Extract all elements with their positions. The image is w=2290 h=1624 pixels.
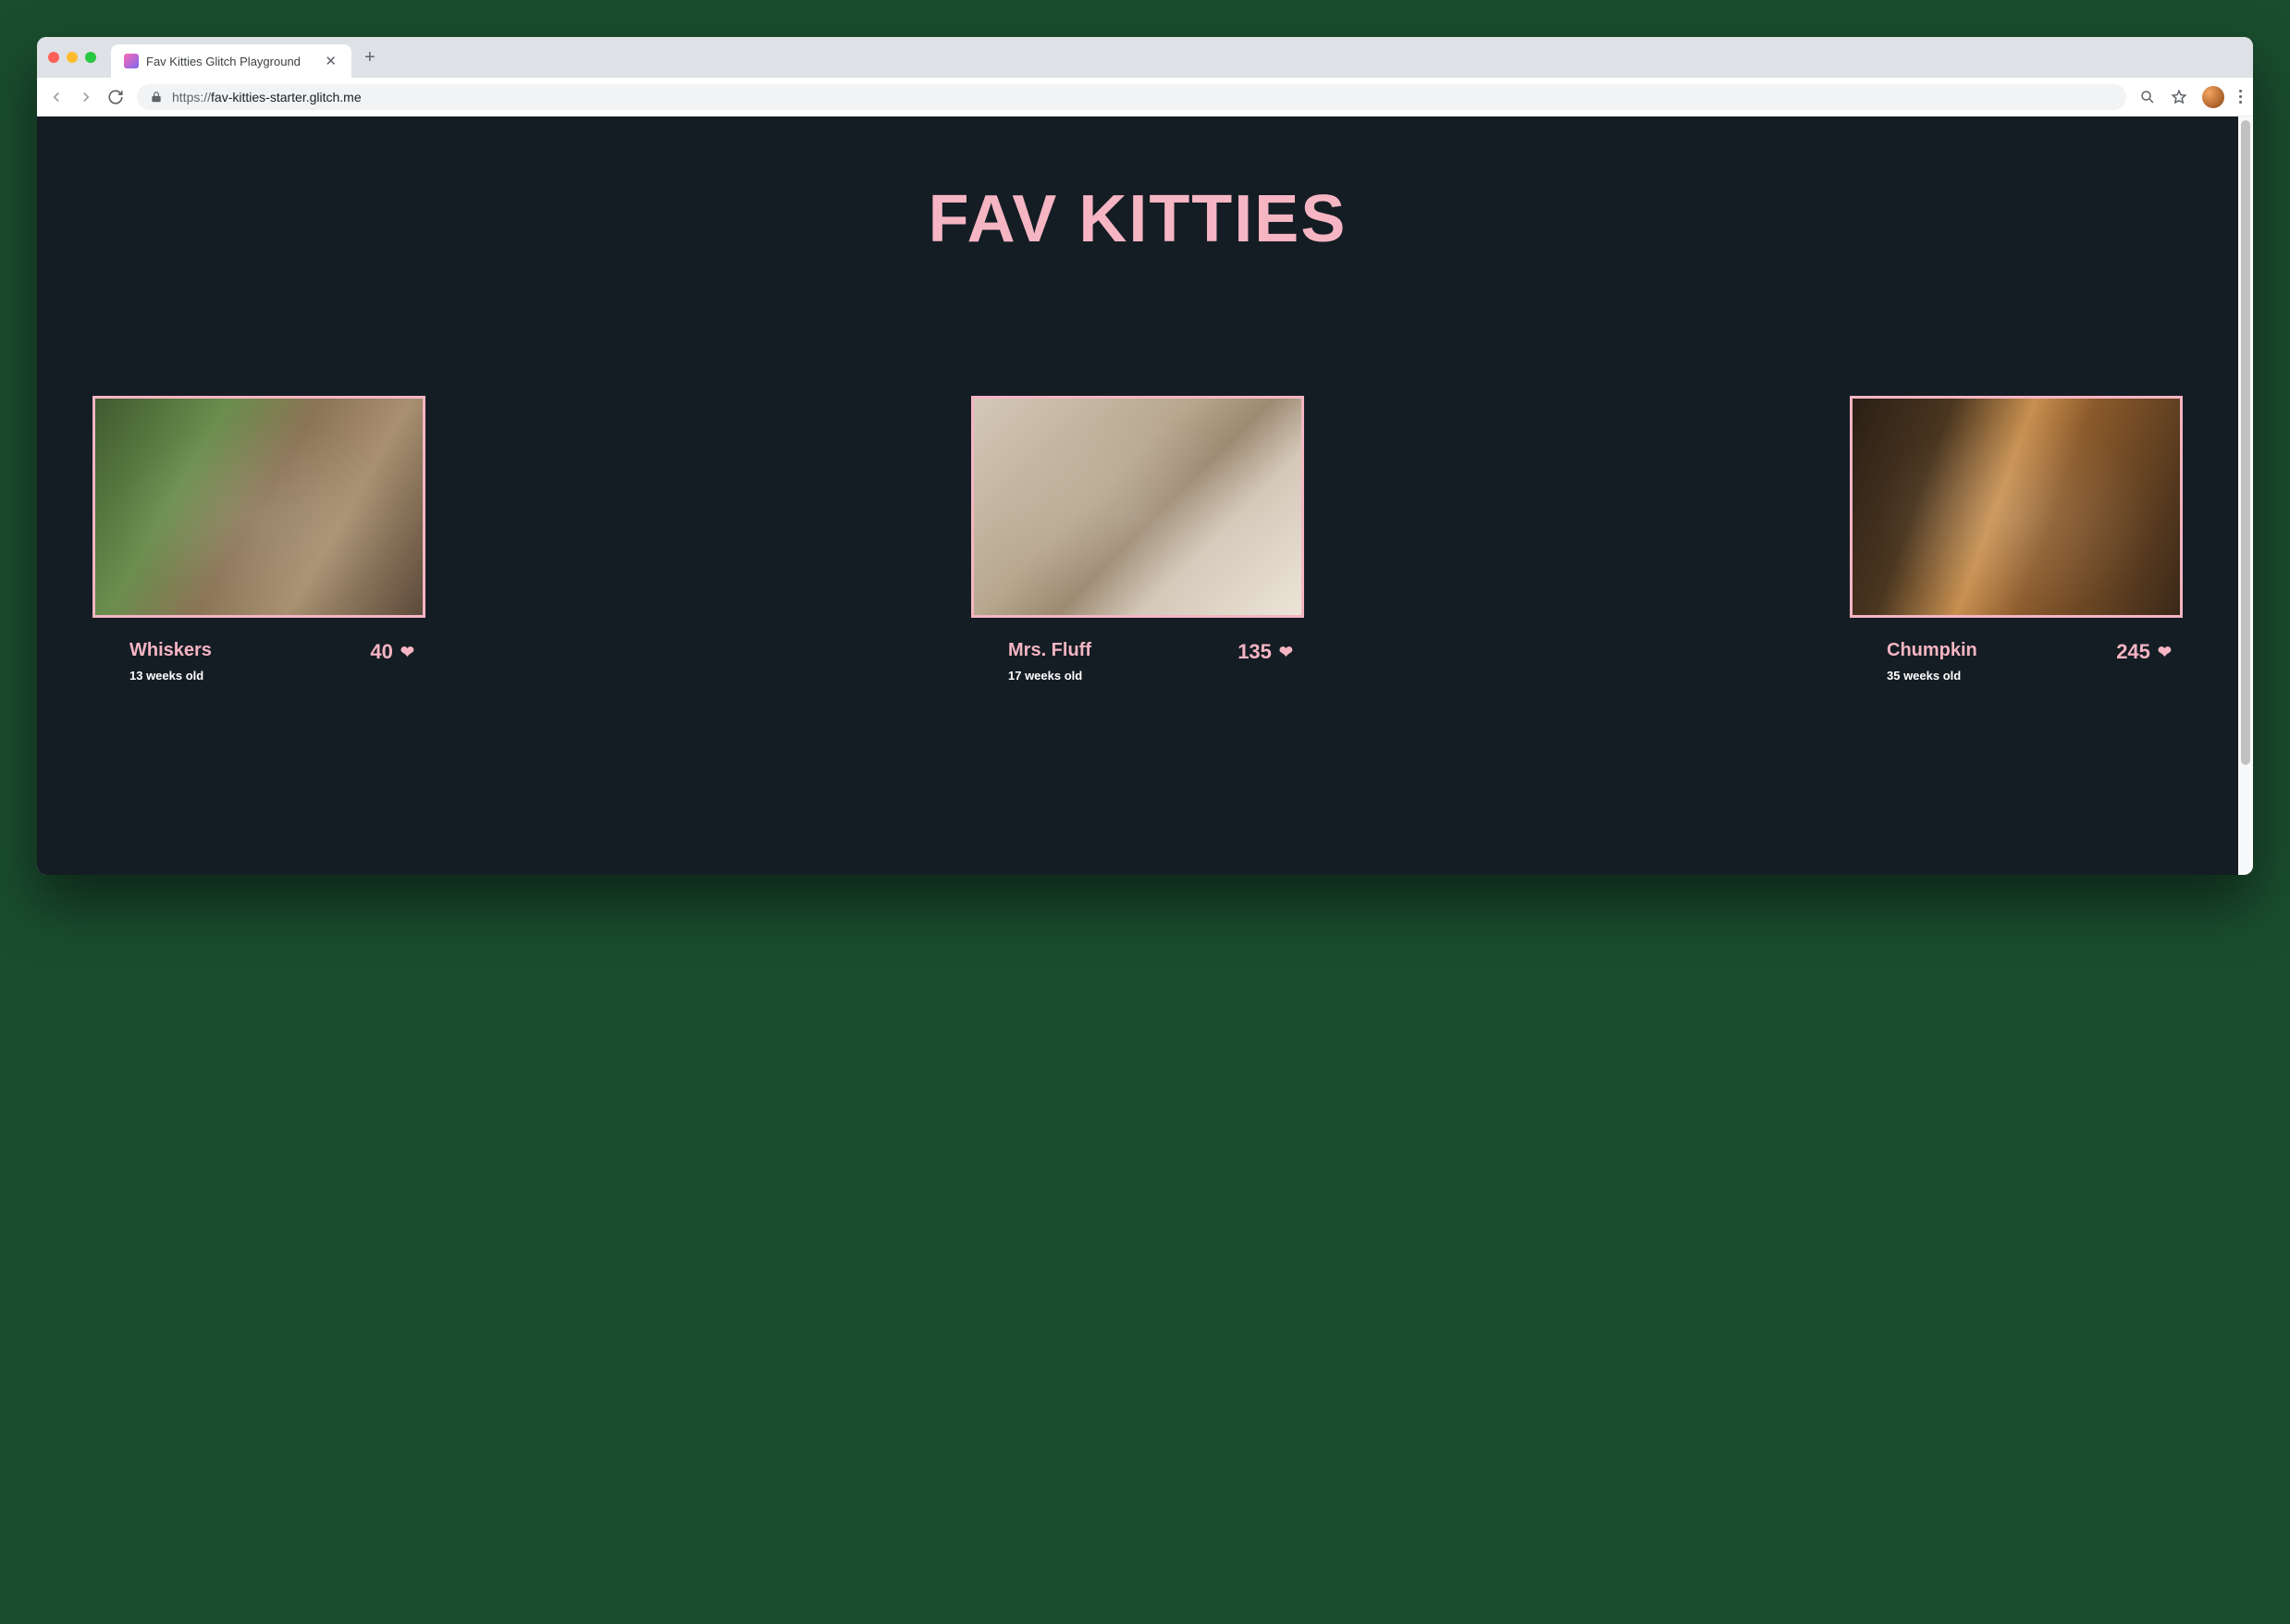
cat-image — [92, 396, 425, 618]
zoom-icon[interactable] — [2139, 89, 2156, 105]
cat-name: Chumpkin — [1887, 640, 1977, 661]
heart-icon: ❤ — [400, 643, 414, 662]
scrollbar[interactable] — [2238, 117, 2253, 875]
url-host: fav-kitties-starter.glitch.me — [211, 90, 362, 105]
profile-avatar[interactable] — [2202, 86, 2224, 108]
close-tab-button[interactable]: ✕ — [323, 53, 339, 70]
like-button[interactable]: 245 ❤ — [2116, 640, 2183, 664]
cat-card: Chumpkin 35 weeks old 245 ❤ — [1850, 396, 2183, 683]
cat-cards: Whiskers 13 weeks old 40 ❤ Mrs. Fluff — [83, 396, 2192, 683]
lock-icon — [150, 91, 163, 104]
close-window-button[interactable] — [48, 52, 59, 63]
cat-age: 17 weeks old — [1008, 669, 1091, 683]
like-button[interactable]: 40 ❤ — [370, 640, 425, 664]
toolbar-actions — [2139, 86, 2242, 108]
cat-card: Mrs. Fluff 17 weeks old 135 ❤ — [971, 396, 1304, 683]
maximize-window-button[interactable] — [85, 52, 96, 63]
heart-icon: ❤ — [1279, 643, 1293, 662]
tab-title: Fav Kitties Glitch Playground — [146, 55, 301, 68]
heart-icon: ❤ — [2158, 643, 2172, 662]
toolbar: https://fav-kitties-starter.glitch.me — [37, 78, 2253, 117]
favicon-icon — [124, 54, 139, 68]
cat-age: 35 weeks old — [1887, 669, 1977, 683]
url-scheme: https:// — [172, 90, 211, 105]
like-count: 40 — [370, 640, 392, 664]
window-controls — [48, 52, 96, 63]
browser-tab[interactable]: Fav Kitties Glitch Playground ✕ — [111, 44, 351, 78]
page-content: FAV KITTIES Whiskers 13 weeks old 40 ❤ — [37, 117, 2253, 875]
cat-image — [1850, 396, 2183, 618]
like-count: 135 — [1237, 640, 1272, 664]
scrollbar-thumb[interactable] — [2241, 120, 2250, 765]
page-title: FAV KITTIES — [83, 181, 2192, 257]
tab-bar: Fav Kitties Glitch Playground ✕ + — [37, 37, 2253, 78]
address-bar[interactable]: https://fav-kitties-starter.glitch.me — [137, 84, 2126, 110]
browser-menu-button[interactable] — [2239, 90, 2242, 104]
url-text: https://fav-kitties-starter.glitch.me — [172, 90, 362, 105]
back-button[interactable] — [48, 89, 65, 105]
new-tab-button[interactable]: + — [364, 47, 376, 68]
reload-button[interactable] — [107, 89, 124, 105]
cat-name: Mrs. Fluff — [1008, 640, 1091, 661]
cat-age: 13 weeks old — [129, 669, 212, 683]
cat-name: Whiskers — [129, 640, 212, 661]
like-button[interactable]: 135 ❤ — [1237, 640, 1304, 664]
cat-image — [971, 396, 1304, 618]
like-count: 245 — [2116, 640, 2150, 664]
bookmark-star-icon[interactable] — [2171, 89, 2187, 105]
browser-window: Fav Kitties Glitch Playground ✕ + https:… — [37, 37, 2253, 875]
minimize-window-button[interactable] — [67, 52, 78, 63]
cat-card: Whiskers 13 weeks old 40 ❤ — [92, 396, 425, 683]
forward-button[interactable] — [78, 89, 94, 105]
